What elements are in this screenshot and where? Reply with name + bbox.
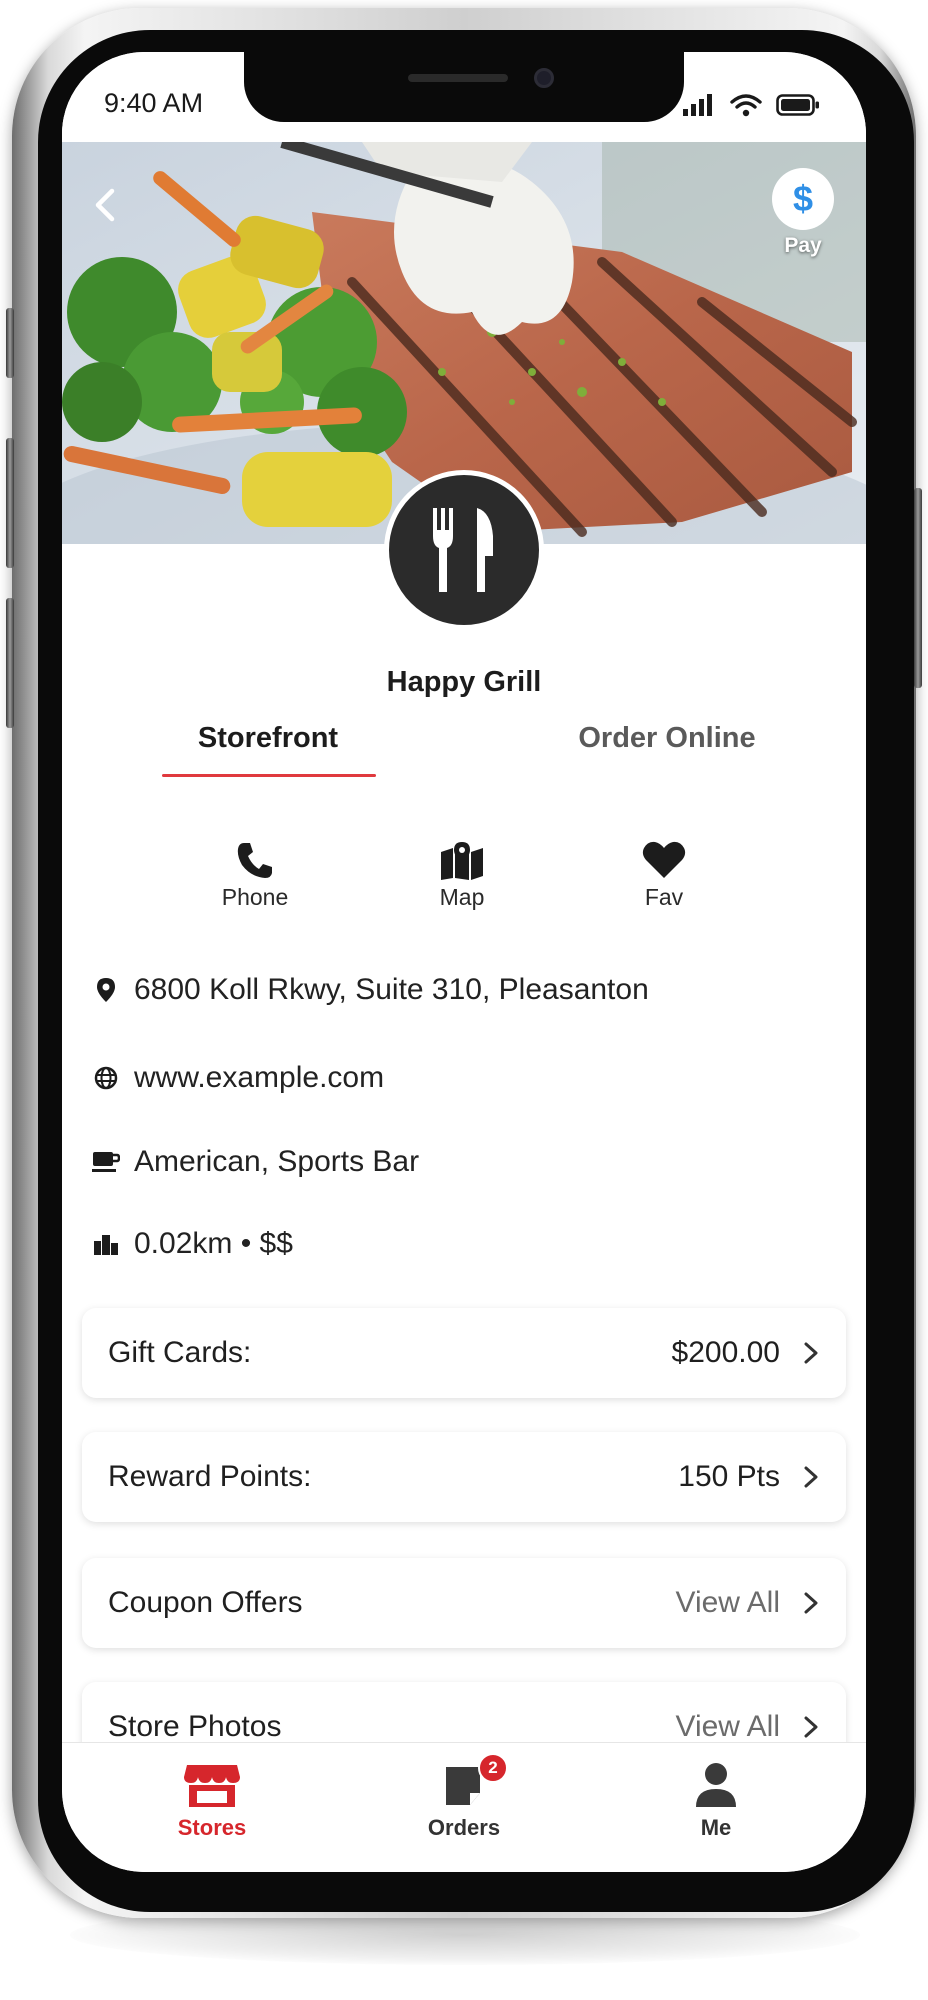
power-button bbox=[914, 488, 922, 688]
map-action-button[interactable]: Map bbox=[402, 840, 522, 911]
mute-switch bbox=[6, 308, 14, 378]
address-text: 6800 Koll Rkwy, Suite 310, Pleasanton bbox=[134, 973, 649, 1006]
store-photos-view-all: View All bbox=[675, 1710, 780, 1743]
chevron-right-icon bbox=[804, 1716, 818, 1738]
nav-orders[interactable]: 2 Orders bbox=[394, 1753, 534, 1841]
chevron-left-icon bbox=[95, 188, 115, 222]
reward-points-value: 150 Pts bbox=[678, 1460, 780, 1493]
tab-storefront[interactable]: Storefront bbox=[162, 722, 374, 755]
fav-action-label: Fav bbox=[644, 884, 684, 910]
distance-price-row: 0.02km • $$ bbox=[92, 1224, 293, 1264]
nav-me[interactable]: Me bbox=[646, 1761, 786, 1841]
dollar-icon: $ bbox=[772, 168, 834, 230]
website-link: www.example.com bbox=[134, 1061, 385, 1094]
distance-price-text: 0.02km • $$ bbox=[134, 1227, 293, 1260]
nav-stores-label: Stores bbox=[177, 1815, 247, 1840]
gift-cards-label: Gift Cards: bbox=[108, 1336, 252, 1369]
battery-icon bbox=[776, 94, 819, 116]
screen: $ Pay Happy Grill Storefront Order Onlin… bbox=[62, 52, 866, 1872]
cuisine-text: American, Sports Bar bbox=[134, 1145, 420, 1178]
chevron-right-icon bbox=[804, 1342, 818, 1364]
phone-action-button[interactable]: Phone bbox=[195, 840, 315, 911]
back-button[interactable] bbox=[80, 180, 130, 230]
volume-up-button bbox=[6, 438, 14, 568]
camera-notch bbox=[244, 52, 684, 122]
heart-icon bbox=[642, 841, 686, 878]
phone-action-label: Phone bbox=[221, 884, 289, 910]
website-row[interactable]: www.example.com bbox=[92, 1058, 384, 1098]
store-photos-label: Store Photos bbox=[108, 1710, 282, 1743]
status-icons bbox=[682, 92, 820, 118]
user-icon bbox=[696, 1763, 736, 1807]
fork-knife-icon bbox=[433, 508, 493, 592]
front-camera bbox=[534, 68, 554, 88]
active-tab-indicator bbox=[162, 774, 376, 777]
status-time: 9:40 AM bbox=[104, 88, 204, 118]
map-action-label: Map bbox=[439, 884, 485, 910]
store-icon bbox=[184, 1765, 240, 1807]
phone-icon bbox=[237, 843, 272, 878]
nav-stores[interactable]: Stores bbox=[142, 1761, 282, 1841]
reward-points-card[interactable]: Reward Points: 150 Pts bbox=[82, 1432, 846, 1522]
pay-button[interactable]: $ Pay bbox=[766, 168, 840, 268]
store-logo bbox=[384, 470, 544, 630]
store-name: Happy Grill bbox=[386, 666, 542, 698]
tab-order-online[interactable]: Order Online bbox=[542, 722, 792, 755]
coupon-offers-card[interactable]: Coupon Offers View All bbox=[82, 1558, 846, 1648]
chevron-right-icon bbox=[804, 1592, 818, 1614]
cuisine-row: American, Sports Bar bbox=[92, 1142, 419, 1182]
globe-icon bbox=[92, 1064, 120, 1092]
chevron-right-icon bbox=[804, 1466, 818, 1488]
orders-badge: 2 bbox=[478, 1753, 508, 1783]
coupon-offers-label: Coupon Offers bbox=[108, 1586, 303, 1619]
location-pin-icon bbox=[92, 976, 120, 1004]
nav-orders-label: Orders bbox=[427, 1815, 501, 1840]
coupon-offers-view-all: View All bbox=[675, 1586, 780, 1619]
gift-cards-value: $200.00 bbox=[671, 1336, 780, 1369]
address-row[interactable]: 6800 Koll Rkwy, Suite 310, Pleasanton bbox=[92, 970, 649, 1010]
reward-points-label: Reward Points: bbox=[108, 1460, 312, 1493]
wifi-icon bbox=[730, 94, 762, 117]
map-icon bbox=[441, 842, 483, 880]
coffee-cup-icon bbox=[92, 1148, 120, 1176]
fav-action-button[interactable]: Fav bbox=[604, 840, 724, 911]
nav-me-label: Me bbox=[700, 1815, 732, 1840]
volume-down-button bbox=[6, 598, 14, 728]
city-icon bbox=[92, 1230, 120, 1258]
speaker bbox=[408, 74, 508, 82]
signal-icon bbox=[683, 94, 712, 116]
gift-cards-card[interactable]: Gift Cards: $200.00 bbox=[82, 1308, 846, 1398]
bottom-tab-bar: Stores 2 Orders Me bbox=[62, 1742, 866, 1872]
pay-label: Pay bbox=[784, 234, 822, 257]
